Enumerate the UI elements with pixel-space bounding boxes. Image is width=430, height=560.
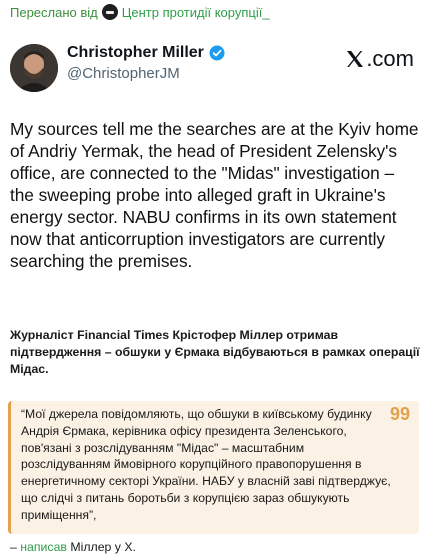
forwarded-label: Переслано від bbox=[10, 4, 98, 20]
blockquote: “Мої джерела повідомляють, що обшуки в к… bbox=[8, 401, 419, 534]
quote-text: “Мої джерела повідомляють, що обшуки в к… bbox=[21, 407, 391, 522]
message-caption: Журналіст Financial Times Крістофер Мілл… bbox=[10, 328, 420, 376]
x-brand-text: .com bbox=[366, 46, 414, 71]
x-icon bbox=[347, 51, 364, 67]
attribution-dash: – bbox=[10, 540, 21, 554]
quote-mark-icon: 99 bbox=[389, 404, 410, 424]
forwarded-channel-link[interactable]: Центр протидії корупції_ bbox=[122, 5, 270, 20]
author-avatar bbox=[10, 44, 58, 92]
verified-badge-icon bbox=[209, 45, 225, 61]
tweet-body: My sources tell me the searches are at t… bbox=[10, 119, 419, 271]
author-name: Christopher Miller bbox=[67, 44, 225, 62]
author-handle: @ChristopherJM bbox=[67, 65, 180, 82]
attribution-link[interactable]: написав bbox=[20, 540, 67, 554]
author-name-text: Christopher Miller bbox=[67, 44, 204, 61]
attribution-line: – написав Міллер у Х. bbox=[10, 540, 136, 554]
forwarded-header: Переслано від Центр протидії корупції_ bbox=[10, 3, 270, 21]
attribution-rest: Міллер у Х. bbox=[66, 540, 136, 554]
channel-avatar-icon[interactable] bbox=[101, 4, 118, 20]
tweet-screenshot[interactable]: Christopher Miller @ChristopherJM .com M… bbox=[0, 24, 430, 324]
x-logo: .com bbox=[345, 46, 414, 72]
